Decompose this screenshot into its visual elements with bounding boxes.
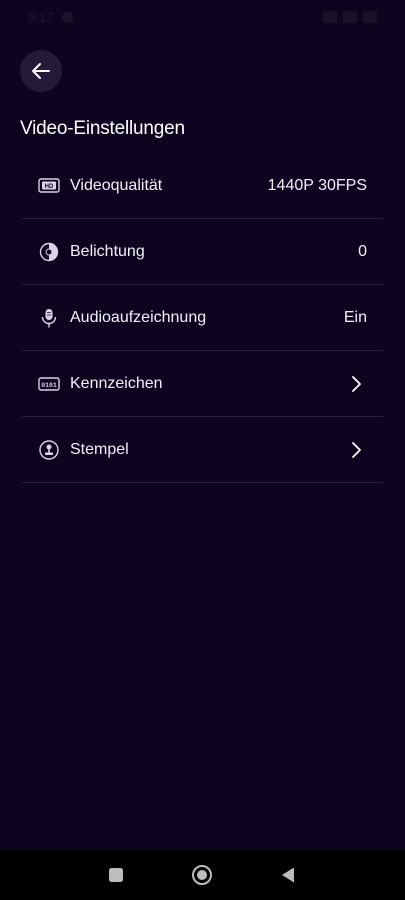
setting-row-exposure[interactable]: Belichtung 0 — [22, 219, 383, 285]
notification-icon — [62, 12, 73, 23]
back-button[interactable] — [20, 50, 62, 92]
setting-value: 0 — [358, 243, 367, 260]
status-icons — [323, 11, 377, 23]
arrow-left-icon — [32, 63, 50, 79]
setting-label: Audioaufzeichnung — [70, 309, 207, 326]
signal-icon — [323, 11, 337, 23]
setting-row-license-plate[interactable]: 0101 Kennzeichen — [22, 351, 383, 417]
home-circle-icon — [192, 865, 212, 885]
settings-list: HD Videoqualität 1440P 30FPS Belichtung … — [22, 153, 383, 483]
chevron-right-icon — [352, 442, 361, 458]
exposure-icon — [38, 241, 60, 263]
battery-icon — [363, 11, 377, 23]
setting-row-video-quality[interactable]: HD Videoqualität 1440P 30FPS — [22, 153, 383, 219]
setting-row-stamp[interactable]: Stempel — [22, 417, 383, 483]
status-time: 9:17 — [28, 10, 54, 25]
triangle-back-icon — [282, 867, 294, 883]
home-button[interactable] — [191, 864, 213, 886]
setting-row-audio-recording[interactable]: Audioaufzeichnung Ein — [22, 285, 383, 351]
license-plate-icon: 0101 — [38, 373, 60, 395]
svg-text:HD: HD — [45, 184, 54, 190]
system-back-button[interactable] — [277, 864, 299, 886]
video-settings-screen: 9:17 Video-Einstellungen HD Videoqualitä… — [0, 0, 405, 900]
status-bar: 9:17 — [0, 0, 405, 34]
page-title: Video-Einstellungen — [20, 118, 185, 139]
setting-label: Belichtung — [70, 243, 145, 260]
recent-apps-button[interactable] — [105, 864, 127, 886]
setting-value: Ein — [343, 309, 367, 326]
setting-value: 1440P 30FPS — [267, 177, 367, 194]
setting-label: Videoqualität — [70, 177, 163, 194]
svg-text:0101: 0101 — [41, 382, 57, 389]
wifi-icon — [343, 11, 357, 23]
microphone-icon — [38, 307, 60, 329]
setting-label: Kennzeichen — [70, 375, 163, 392]
hd-icon: HD — [38, 175, 60, 197]
stamp-icon — [38, 439, 60, 461]
chevron-right-icon — [352, 376, 361, 392]
system-navigation-bar — [0, 850, 405, 900]
square-icon — [109, 868, 123, 882]
setting-label: Stempel — [70, 441, 129, 458]
